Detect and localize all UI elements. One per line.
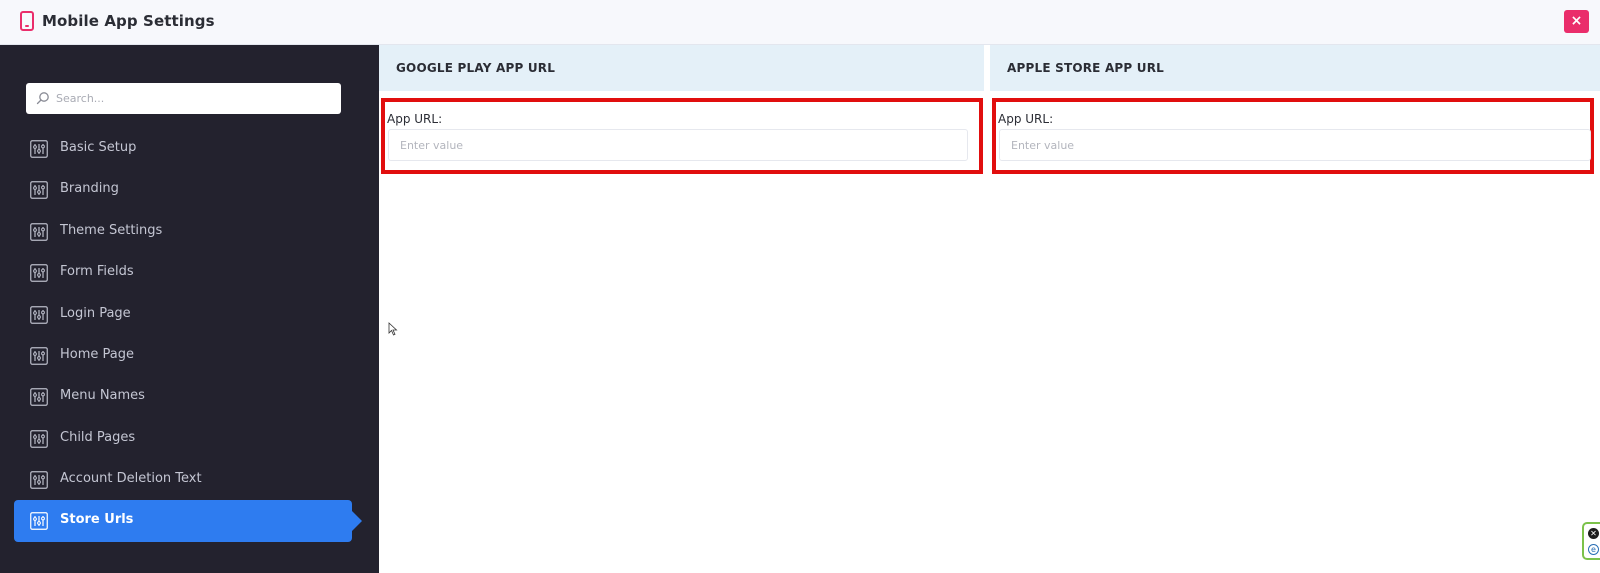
sidebar-item-store-urls[interactable]: Store Urls <box>14 500 362 542</box>
sidebar-item-theme-settings[interactable]: Theme Settings <box>14 211 352 253</box>
sliders-icon <box>30 471 48 489</box>
google-play-url-field-highlight: App URL: <box>381 98 983 174</box>
sliders-icon <box>30 306 48 324</box>
sidebar-item-label: Menu Names <box>60 388 145 403</box>
sidebar-item-label: Theme Settings <box>60 223 163 238</box>
mouse-cursor-icon <box>388 322 398 336</box>
sidebar-item-label: Form Fields <box>60 264 134 279</box>
sliders-icon <box>30 181 48 199</box>
sidebar-item-label: Basic Setup <box>60 140 137 155</box>
apple-store-url-field-highlight: App URL: <box>992 98 1594 174</box>
sidebar-item-label: Branding <box>60 181 119 196</box>
sidebar-item-basic-setup[interactable]: Basic Setup <box>14 128 352 170</box>
apple-store-header: APPLE STORE APP URL <box>990 45 1600 91</box>
close-circle-icon[interactable]: ✕ <box>1588 528 1599 539</box>
sidebar-item-menu-names[interactable]: Menu Names <box>14 376 352 418</box>
sidebar-item-label: Store Urls <box>60 512 134 527</box>
floating-widget[interactable]: ✕ e <box>1582 522 1600 560</box>
sidebar-item-label: Account Deletion Text <box>60 471 202 486</box>
sliders-icon <box>30 430 48 448</box>
sidebar-item-label: Login Page <box>60 306 131 321</box>
sliders-icon <box>30 223 48 241</box>
sliders-icon <box>30 512 48 530</box>
sidebar-item-account-deletion-text[interactable]: Account Deletion Text <box>14 459 352 501</box>
sidebar-item-home-page[interactable]: Home Page <box>14 335 352 377</box>
google-play-header: GOOGLE PLAY APP URL <box>379 45 984 91</box>
mobile-phone-icon <box>20 11 34 31</box>
google-play-url-label: App URL: <box>387 112 443 126</box>
close-button[interactable]: × <box>1564 10 1589 33</box>
search-icon <box>36 92 49 105</box>
sidebar-item-form-fields[interactable]: Form Fields <box>14 252 352 294</box>
sliders-icon <box>30 140 48 158</box>
google-play-heading: GOOGLE PLAY APP URL <box>396 61 556 75</box>
sidebar: Basic Setup Branding Theme Settings Form… <box>0 45 379 573</box>
apple-store-url-input[interactable] <box>999 129 1591 161</box>
search-box <box>26 83 341 114</box>
google-play-panel: GOOGLE PLAY APP URL App URL: <box>379 45 984 573</box>
sidebar-item-label: Home Page <box>60 347 134 362</box>
sidebar-item-label: Child Pages <box>60 430 136 445</box>
apple-store-heading: APPLE STORE APP URL <box>1007 61 1165 75</box>
google-play-url-input[interactable] <box>388 129 968 161</box>
sidebar-item-branding[interactable]: Branding <box>14 169 352 211</box>
sliders-icon <box>30 347 48 365</box>
search-input[interactable] <box>56 83 336 114</box>
title-bar: Mobile App Settings × <box>0 0 1600 45</box>
sliders-icon <box>30 388 48 406</box>
page-title: Mobile App Settings <box>42 12 215 30</box>
sliders-icon <box>30 264 48 282</box>
apple-store-url-label: App URL: <box>998 112 1054 126</box>
apple-store-panel: APPLE STORE APP URL App URL: <box>990 45 1600 573</box>
e-badge-icon[interactable]: e <box>1588 544 1599 555</box>
sidebar-item-child-pages[interactable]: Child Pages <box>14 418 352 460</box>
sidebar-item-login-page[interactable]: Login Page <box>14 294 352 336</box>
